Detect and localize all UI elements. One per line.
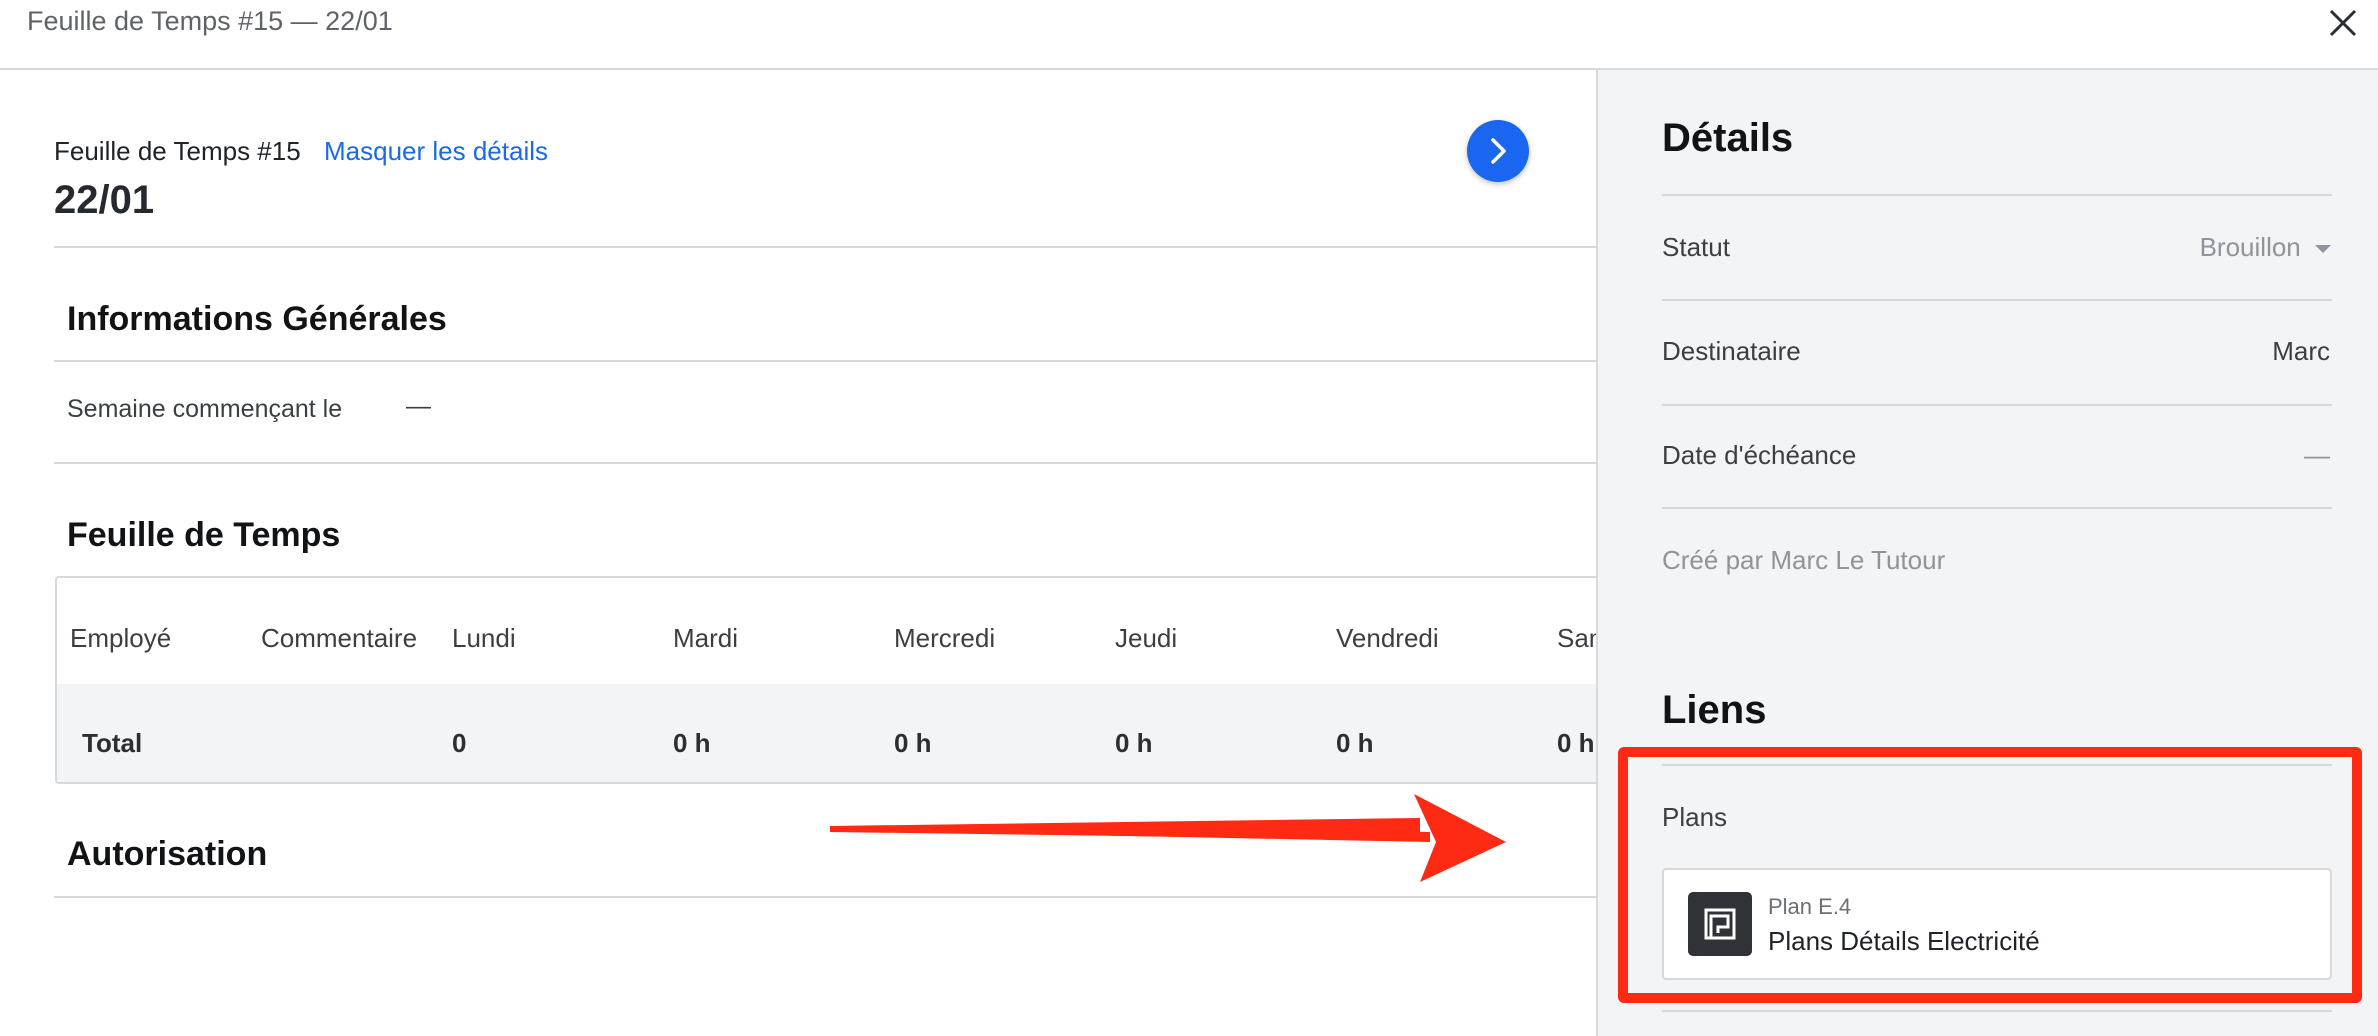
annotation-highlight-box [1618,747,2362,1003]
divider [1662,194,2332,196]
record-label: Feuille de Temps #15 [54,136,301,166]
divider [54,896,1596,898]
due-date-value: — [2304,440,2330,470]
total-saturday: 0 h [1557,728,1595,758]
divider [1662,507,2332,509]
annotation-arrow-icon [830,794,1506,882]
chevron-right-icon [1491,138,1506,164]
recipient-label: Destinataire [1662,336,1801,366]
details-title: Détails [1662,116,1794,160]
divider [54,462,1596,464]
hide-details-link[interactable]: Masquer les détails [324,136,548,167]
table-header-row: Employé Commentaire Lundi Mardi Mercredi… [57,578,1596,684]
table-row-total: Total 0 0 h 0 h 0 h 0 h 0 h [57,684,1596,782]
total-tuesday: 0 h [673,728,711,758]
divider [1662,299,2332,301]
column-header-tuesday: Mardi [673,623,739,653]
status-value: Brouillon [2199,232,2301,262]
total-monday: 0 [452,728,467,758]
total-thursday: 0 h [1115,728,1153,758]
column-header-thursday: Jeudi [1115,623,1178,653]
column-header-monday: Lundi [452,623,516,653]
window-header: Feuille de Temps #15 — 22/01 [0,0,2378,70]
status-label: Statut [1662,232,1730,262]
total-wednesday: 0 h [894,728,932,758]
created-by-text: Créé par Marc Le Tutour [1662,545,1946,575]
column-header-comment: Commentaire [261,623,418,653]
divider [54,246,1596,248]
timesheet-title: Feuille de Temps [67,516,341,554]
week-start-value: — [406,392,431,420]
general-info-title: Informations Générales [67,300,447,338]
record-title: 22/01 [54,178,155,222]
close-icon[interactable] [2326,6,2360,40]
total-friday: 0 h [1336,728,1374,758]
divider [1662,404,2332,406]
authorization-title: Autorisation [67,835,268,873]
column-header-friday: Vendredi [1336,623,1439,653]
column-header-employee: Employé [70,623,172,653]
total-label: Total [82,728,143,758]
recipient-value: Marc [2272,336,2330,366]
next-button[interactable] [1467,120,1529,182]
due-date-label: Date d'échéance [1662,440,1857,470]
column-header-saturday: Sam [1557,623,1596,653]
status-dropdown[interactable]: Brouillon [2200,232,2332,263]
timesheet-table: Employé Commentaire Lundi Mardi Mercredi… [55,576,1596,784]
links-title: Liens [1662,688,1767,732]
main-content: Feuille de Temps #15 Masquer les détails… [0,70,1596,1036]
window-title: Feuille de Temps #15 — 22/01 [27,6,393,36]
divider [1662,1010,2332,1012]
week-start-label: Semaine commençant le [67,395,343,423]
divider [54,360,1596,362]
caret-down-icon [2315,245,2331,254]
column-header-wednesday: Mercredi [894,623,996,653]
